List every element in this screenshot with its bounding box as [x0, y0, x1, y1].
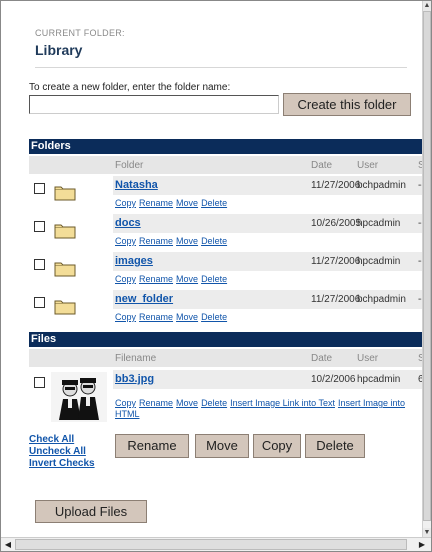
scroll-up-icon[interactable]: ▲	[423, 1, 431, 11]
divider	[35, 67, 407, 68]
file-user: hpcadmin	[357, 374, 401, 385]
file-manager-window: CURRENT FOLDER: Library To create a new …	[0, 0, 432, 552]
delete-link[interactable]: Delete	[201, 236, 227, 246]
move-link[interactable]: Move	[176, 398, 198, 408]
copy-link[interactable]: Copy	[115, 236, 136, 246]
delete-button[interactable]: Delete	[305, 434, 365, 458]
folder-icon	[54, 186, 76, 201]
column-date: Date	[311, 160, 333, 171]
folder-link[interactable]: images	[115, 255, 153, 267]
folder-checkbox[interactable]	[34, 297, 45, 308]
move-link[interactable]: Move	[176, 312, 198, 322]
file-row: bb3.jpg 10/2/2006 hpcadmin 6 Copy Rename M…	[29, 370, 423, 428]
folder-actions: Copy Rename Move Delete	[115, 198, 230, 208]
column-folder: Folder	[115, 160, 144, 171]
vertical-scroll-thumb[interactable]	[423, 11, 431, 521]
folder-link[interactable]: docs	[115, 217, 141, 229]
folder-row: docs 10/26/2005 hpcadmin -- CopyRenameMo…	[29, 214, 423, 252]
horizontal-scroll-thumb[interactable]	[15, 539, 407, 550]
rename-link[interactable]: Rename	[139, 236, 173, 246]
folder-user: bchpadmin	[357, 294, 406, 305]
uncheck-all-link[interactable]: Uncheck All	[29, 446, 95, 458]
folder-checkbox[interactable]	[34, 259, 45, 270]
folders-column-header: Folder Date User S	[29, 156, 423, 174]
folder-row: new_folder 11/27/2006 bchpadmin -- CopyR…	[29, 290, 423, 328]
rename-button[interactable]: Rename	[115, 434, 189, 458]
files-column-header: Filename Date User S	[29, 349, 423, 367]
current-folder-label: CURRENT FOLDER:	[35, 28, 125, 38]
rename-link[interactable]: Rename	[139, 398, 173, 408]
delete-link[interactable]: Delete	[201, 312, 227, 322]
file-actions: Copy Rename Move Delete Insert Image Link in…	[115, 398, 423, 420]
folder-icon	[54, 262, 76, 277]
folder-date: 11/27/2006	[311, 256, 361, 267]
folder-date: 10/26/2005	[311, 218, 362, 229]
copy-link[interactable]: Copy	[115, 198, 136, 208]
folder-link[interactable]: Natasha	[115, 179, 158, 191]
file-checkbox[interactable]	[34, 377, 45, 388]
insert-image-link-link[interactable]: Insert Image Link into Text	[230, 398, 335, 408]
page-title: Library	[35, 42, 83, 58]
folder-row: images 11/27/2006 hpcadmin -- CopyRename…	[29, 252, 423, 290]
column-user: User	[357, 353, 379, 364]
folder-date: 11/27/2006	[311, 294, 361, 305]
rename-link[interactable]: Rename	[139, 198, 173, 208]
folders-section-header: Folders	[29, 139, 423, 154]
folder-user: hpcadmin	[357, 256, 401, 267]
copy-link[interactable]: Copy	[115, 312, 136, 322]
content-area: CURRENT FOLDER: Library To create a new …	[1, 1, 423, 538]
folder-link[interactable]: new_folder	[115, 293, 173, 305]
folder-user: bchpadmin	[357, 180, 406, 191]
delete-link[interactable]: Delete	[201, 398, 227, 408]
rename-link[interactable]: Rename	[139, 274, 173, 284]
upload-files-button[interactable]: Upload Files	[35, 500, 147, 523]
copy-link[interactable]: Copy	[115, 274, 136, 284]
horizontal-scrollbar[interactable]: ◀ ▶	[1, 537, 431, 551]
column-filename: Filename	[115, 353, 157, 364]
column-user: User	[357, 160, 379, 171]
new-folder-name-input[interactable]	[29, 95, 279, 114]
move-button[interactable]: Move	[195, 434, 249, 458]
create-folder-button[interactable]: Create this folder	[283, 93, 411, 116]
scroll-left-icon[interactable]: ◀	[3, 539, 13, 550]
move-link[interactable]: Move	[176, 236, 198, 246]
files-section-header: Files	[29, 332, 423, 347]
copy-button[interactable]: Copy	[253, 434, 301, 458]
vertical-scrollbar[interactable]: ▲ ▼	[422, 1, 431, 538]
check-all-link[interactable]: Check All	[29, 434, 95, 446]
folder-date: 11/27/2006	[311, 180, 361, 191]
delete-link[interactable]: Delete	[201, 274, 227, 284]
check-links: Check All Uncheck All Invert Checks	[29, 434, 95, 470]
folder-actions: Copy Rename Move Delete	[115, 274, 230, 284]
folder-actions: Copy Rename Move Delete	[115, 312, 230, 322]
scroll-right-icon[interactable]: ▶	[417, 539, 427, 550]
file-thumbnail	[51, 372, 107, 422]
rename-link[interactable]: Rename	[139, 312, 173, 322]
folder-checkbox[interactable]	[34, 221, 45, 232]
folder-actions: Copy Rename Move Delete	[115, 236, 230, 246]
file-date: 10/2/2006	[311, 374, 356, 385]
folder-checkbox[interactable]	[34, 183, 45, 194]
create-folder-label: To create a new folder, enter the folder…	[29, 82, 231, 93]
copy-link[interactable]: Copy	[115, 398, 136, 408]
file-link[interactable]: bb3.jpg	[115, 373, 154, 385]
folder-icon	[54, 300, 76, 315]
move-link[interactable]: Move	[176, 274, 198, 284]
move-link[interactable]: Move	[176, 198, 198, 208]
delete-link[interactable]: Delete	[201, 198, 227, 208]
folder-user: hpcadmin	[357, 218, 401, 229]
folder-row: Natasha 11/27/2006 bchpadmin -- CopyRena…	[29, 176, 423, 214]
invert-checks-link[interactable]: Invert Checks	[29, 458, 95, 470]
folder-icon	[54, 224, 76, 239]
column-date: Date	[311, 353, 333, 364]
